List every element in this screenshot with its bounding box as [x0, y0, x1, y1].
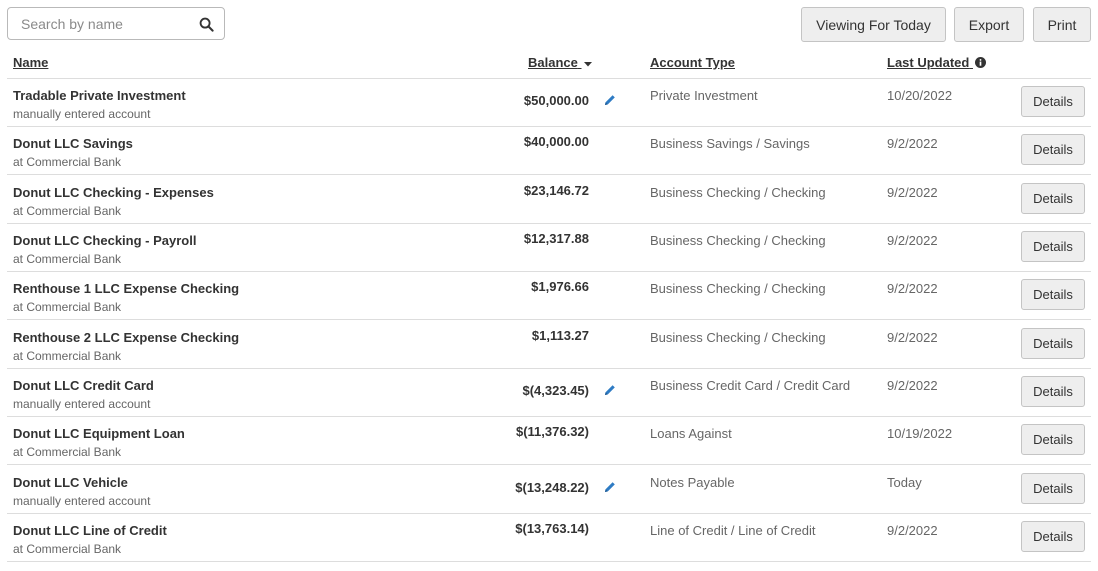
pencil-icon[interactable]: [604, 384, 616, 396]
account-name: Donut LLC Equipment Loan: [13, 426, 185, 441]
details-button[interactable]: Details: [1021, 424, 1085, 455]
column-header-account-type[interactable]: Account Type: [650, 55, 735, 70]
account-type: Business Checking / Checking: [650, 330, 826, 345]
account-row: Tradable Private Investment manually ente…: [7, 79, 1091, 127]
pencil-icon[interactable]: [604, 481, 616, 493]
account-row: Donut LLC Credit Card manually entered ac…: [7, 369, 1091, 417]
account-balance: $1,113.27: [531, 328, 589, 343]
account-type: Business Checking / Checking: [650, 185, 826, 200]
info-icon[interactable]: [974, 57, 986, 68]
account-name: Donut LLC Credit Card: [13, 378, 154, 393]
last-updated: 9/2/2022: [887, 233, 938, 248]
account-name: Renthouse 2 LLC Expense Checking: [13, 330, 240, 345]
account-type: Private Investment: [650, 88, 758, 103]
account-source: at Commercial Bank: [13, 300, 122, 314]
account-name: Donut LLC Vehicle: [13, 475, 128, 490]
account-name: Donut LLC Checking - Payroll: [13, 233, 197, 248]
last-updated: 9/2/2022: [887, 330, 938, 345]
last-updated: 10/19/2022: [887, 426, 953, 441]
last-updated: Today: [887, 475, 922, 490]
column-header-name[interactable]: Name: [13, 55, 48, 70]
account-name: Donut LLC Checking - Expenses: [13, 185, 214, 200]
account-balance: $(11,376.32): [515, 424, 589, 439]
account-row: Donut LLC Equipment Loan at Commercial Ba…: [7, 417, 1091, 465]
account-balance: $1,976.66: [531, 279, 589, 294]
account-name: Donut LLC Line of Credit: [13, 523, 167, 538]
account-name: Donut LLC Savings: [13, 136, 133, 151]
details-button[interactable]: Details: [1021, 279, 1085, 310]
account-source: manually entered account: [13, 397, 151, 411]
last-updated: 9/2/2022: [887, 523, 938, 538]
details-button[interactable]: Details: [1021, 183, 1085, 214]
account-row: Donut LLC Vehicle manually entered accoun…: [7, 466, 1091, 514]
column-header-last-updated[interactable]: Last Updated: [887, 55, 986, 70]
account-source: at Commercial Bank: [13, 542, 122, 556]
pencil-icon[interactable]: [604, 94, 616, 106]
account-balance: $12,317.88: [523, 231, 589, 246]
account-type: Business Savings / Savings: [650, 136, 810, 151]
account-balance: $(13,763.14): [515, 521, 589, 536]
details-button[interactable]: Details: [1021, 86, 1085, 117]
account-row: Donut LLC Line of Credit at Commercial Ba…: [7, 514, 1091, 562]
last-updated: 10/20/2022: [887, 88, 953, 103]
account-type: Business Credit Card / Credit Card: [650, 378, 851, 393]
account-row: Donut LLC Checking - Payroll at Commercia…: [7, 224, 1091, 272]
details-button[interactable]: Details: [1021, 473, 1085, 504]
account-name: Tradable Private Investment: [13, 88, 186, 103]
sort-desc-icon[interactable]: [583, 61, 592, 67]
account-type: Notes Payable: [650, 475, 735, 490]
account-name: Renthouse 1 LLC Expense Checking: [13, 281, 240, 296]
viewing-for-today-button[interactable]: Viewing For Today: [801, 7, 946, 42]
account-row: Donut LLC Checking - Expenses at Commerci…: [7, 176, 1091, 224]
account-balance: $(13,248.22): [515, 480, 589, 495]
details-button[interactable]: Details: [1021, 376, 1085, 407]
account-row: Donut LLC Savings at Commercial Bank $40,0…: [7, 127, 1091, 175]
details-button[interactable]: Details: [1021, 231, 1085, 262]
account-balance: $(4,323.45): [522, 383, 590, 398]
account-balance: $50,000.00: [523, 93, 589, 108]
account-type: Loans Against: [650, 426, 732, 441]
search-box[interactable]: [7, 7, 225, 40]
account-source: at Commercial Bank: [13, 204, 122, 218]
account-balance: $23,146.72: [523, 183, 589, 198]
account-row: Renthouse 1 LLC Expense Checking at Comme…: [7, 272, 1091, 320]
last-updated: 9/2/2022: [887, 378, 938, 393]
details-button[interactable]: Details: [1021, 134, 1085, 165]
column-header-balance[interactable]: Balance: [528, 55, 592, 70]
last-updated: 9/2/2022: [887, 281, 938, 296]
account-row: Renthouse 2 LLC Expense Checking at Comme…: [7, 321, 1091, 369]
account-source: at Commercial Bank: [13, 445, 122, 459]
details-button[interactable]: Details: [1021, 328, 1085, 359]
last-updated: 9/2/2022: [887, 185, 938, 200]
account-source: at Commercial Bank: [13, 155, 122, 169]
last-updated: 9/2/2022: [887, 136, 938, 151]
account-source: manually entered account: [13, 107, 151, 121]
account-source: at Commercial Bank: [13, 252, 122, 266]
account-source: manually entered account: [13, 494, 151, 508]
account-type: Business Checking / Checking: [650, 281, 826, 296]
column-header-last-updated-label[interactable]: Last Updated: [887, 55, 969, 70]
account-type: Line of Credit / Line of Credit: [650, 523, 816, 538]
search-icon[interactable]: [199, 17, 214, 32]
column-header-balance-label[interactable]: Balance: [528, 55, 578, 70]
account-type: Business Checking / Checking: [650, 233, 826, 248]
print-button[interactable]: Print: [1033, 7, 1091, 42]
account-balance: $40,000.00: [523, 134, 589, 149]
export-button[interactable]: Export: [954, 7, 1024, 42]
details-button[interactable]: Details: [1021, 521, 1085, 552]
search-input[interactable]: [21, 15, 191, 33]
account-source: at Commercial Bank: [13, 349, 122, 363]
